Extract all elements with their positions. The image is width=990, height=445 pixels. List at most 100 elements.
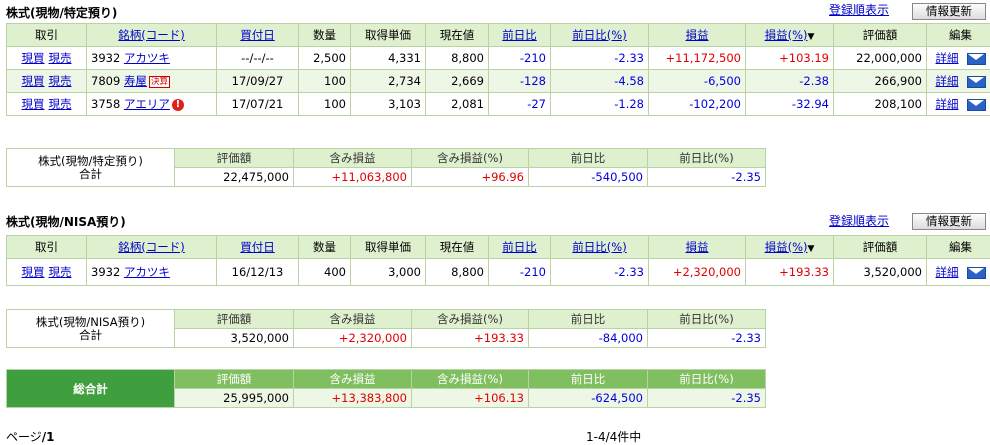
col-cost: 取得単価 [350, 23, 426, 47]
section2-refresh-button[interactable]: 情報更新 [912, 213, 986, 230]
total-col-unrealized: 含み損益 [293, 369, 412, 389]
sort-desc-icon: ▼ [807, 244, 815, 254]
pl-pct: +193.33 [745, 258, 834, 286]
total-unrealized-pct: +106.13 [411, 388, 529, 408]
section1-holdings-table: 取引 銘柄(コード) 買付日 数量 取得単価 現在値 前日比 前日比(%) 損益… [6, 23, 990, 116]
section2-holdings-table: 取引 銘柄(コード) 買付日 数量 取得単価 現在値 前日比 前日比(%) 損益… [6, 235, 990, 286]
sum-unrealized: +11,063,800 [293, 167, 412, 187]
col-buy-date[interactable]: 買付日 [216, 23, 299, 47]
alert-icon[interactable]: ! [171, 98, 184, 111]
buy-link[interactable]: 現買 [22, 74, 45, 88]
result-count: 1-4/4件中 [586, 430, 642, 444]
col-pl[interactable]: 損益 [648, 23, 746, 47]
issue-name-link[interactable]: 寿屋 [124, 74, 147, 88]
detail-link[interactable]: 詳細 [936, 51, 959, 65]
col-value: 評価額 [833, 23, 927, 47]
sum-change: -84,000 [528, 328, 648, 348]
sum-col-change-pct: 前日比(%) [647, 148, 766, 168]
sum-col-unrealized-pct: 含み損益(%) [411, 148, 529, 168]
sum-col-unrealized-pct: 含み損益(%) [411, 309, 529, 329]
section2-title: 株式(現物/NISA預り) [6, 215, 126, 229]
detail-link[interactable]: 詳細 [936, 97, 959, 111]
buy-date: 16/12/13 [216, 258, 299, 286]
section1-refresh-button[interactable]: 情報更新 [912, 3, 986, 20]
issue-name-link[interactable]: アエリア [124, 97, 170, 111]
pl-pct: +103.19 [745, 46, 834, 70]
col-change[interactable]: 前日比 [488, 235, 551, 259]
section1-summary-table: 株式(現物/特定預り) 合計 評価額 含み損益 含み損益(%) 前日比 前日比(%… [6, 148, 766, 187]
col-pl[interactable]: 損益 [648, 235, 746, 259]
cost: 3,000 [350, 258, 426, 286]
detail-link[interactable]: 詳細 [936, 74, 959, 88]
mail-icon[interactable] [966, 52, 986, 65]
sell-link[interactable]: 現売 [49, 51, 72, 65]
buy-link[interactable]: 現買 [22, 97, 45, 111]
col-trade: 取引 [6, 235, 87, 259]
section1-title: 株式(現物/特定預り) [6, 6, 118, 20]
issue-code: 3758 [91, 97, 121, 111]
buy-date: 17/07/21 [216, 92, 299, 116]
change-pct: -1.28 [550, 92, 649, 116]
col-price: 現在値 [425, 23, 489, 47]
qty: 100 [298, 69, 351, 93]
mail-icon[interactable] [966, 266, 986, 279]
sell-link[interactable]: 現売 [49, 74, 72, 88]
sell-link[interactable]: 現売 [49, 97, 72, 111]
page-label: ページ [6, 430, 42, 444]
total-col-change-pct: 前日比(%) [647, 369, 766, 389]
table-row: 現買 現売 3758 アエリア! 17/07/21 100 3,103 2,081… [6, 92, 990, 116]
sum-value: 3,520,000 [174, 328, 294, 348]
col-pl-pct[interactable]: 損益(%)▼ [745, 235, 834, 259]
col-value: 評価額 [833, 235, 927, 259]
buy-date: --/--/-- [216, 46, 299, 70]
col-edit: 編集 [926, 23, 990, 47]
pl: +11,172,500 [648, 46, 746, 70]
pl: +2,320,000 [648, 258, 746, 286]
mail-icon[interactable] [966, 75, 986, 88]
issue-code: 3932 [91, 265, 121, 279]
value: 208,100 [833, 92, 927, 116]
col-pl-pct[interactable]: 損益(%)▼ [745, 23, 834, 47]
section2-sort-link[interactable]: 登録順表示 [829, 212, 889, 229]
cost: 2,734 [350, 69, 426, 93]
pl: -6,500 [648, 69, 746, 93]
sum-col-value: 評価額 [174, 148, 294, 168]
change: -210 [488, 46, 551, 70]
page-value: /1 [41, 430, 55, 444]
sum-unrealized-pct: +193.33 [411, 328, 529, 348]
buy-link[interactable]: 現買 [22, 51, 45, 65]
total-unrealized: +13,383,800 [293, 388, 412, 408]
table-row: 現買 現売 3932 アカツキ 16/12/13 400 3,000 8,800 … [6, 258, 990, 286]
change-pct: -2.33 [550, 46, 649, 70]
buy-link[interactable]: 現買 [22, 265, 45, 279]
detail-link[interactable]: 詳細 [936, 265, 959, 279]
col-edit: 編集 [926, 235, 990, 259]
col-issue[interactable]: 銘柄(コード) [86, 235, 217, 259]
mail-icon[interactable] [966, 98, 986, 111]
total-col-value: 評価額 [174, 369, 294, 389]
qty: 400 [298, 258, 351, 286]
issue-name-link[interactable]: アカツキ [124, 265, 170, 279]
col-change-pct[interactable]: 前日比(%) [550, 235, 649, 259]
change: -128 [488, 69, 551, 93]
section1-sort-link[interactable]: 登録順表示 [829, 1, 889, 18]
issue-code: 3932 [91, 51, 121, 65]
sum-col-unrealized: 含み損益 [293, 309, 412, 329]
section1-summary-label: 株式(現物/特定預り) 合計 [6, 148, 175, 187]
table-row: 現買 現売 3932 アカツキ --/--/-- 2,500 4,331 8,80… [6, 46, 990, 70]
pagination: ページ/1 [6, 428, 55, 445]
price: 8,800 [425, 46, 489, 70]
issue-name-link[interactable]: アカツキ [124, 51, 170, 65]
col-qty: 数量 [298, 235, 351, 259]
col-buy-date[interactable]: 買付日 [216, 235, 299, 259]
sum-change: -540,500 [528, 167, 648, 187]
col-change-pct[interactable]: 前日比(%) [550, 23, 649, 47]
sell-link[interactable]: 現売 [49, 265, 72, 279]
col-change[interactable]: 前日比 [488, 23, 551, 47]
sum-change-pct: -2.35 [647, 167, 766, 187]
sum-col-change-pct: 前日比(%) [647, 309, 766, 329]
sum-col-change: 前日比 [528, 309, 648, 329]
pl-pct: -32.94 [745, 92, 834, 116]
col-issue[interactable]: 銘柄(コード) [86, 23, 217, 47]
earnings-badge[interactable]: 決算 [148, 75, 170, 88]
